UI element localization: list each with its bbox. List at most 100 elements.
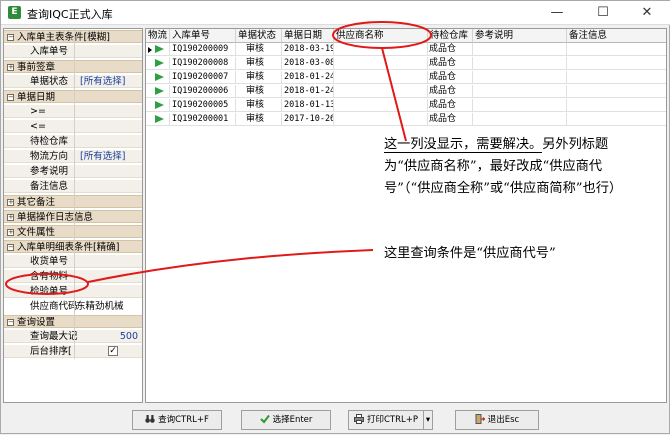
cell-note[interactable] bbox=[567, 85, 666, 98]
cell-date[interactable]: 2017-10-26 bbox=[282, 113, 334, 126]
row-flag-cell[interactable] bbox=[146, 43, 170, 56]
condition-row[interactable]: 后台排序[✓ bbox=[4, 345, 142, 358]
expand-icon[interactable]: + bbox=[7, 229, 14, 236]
condition-row[interactable]: 检验单号 bbox=[4, 285, 142, 298]
maximize-button[interactable]: ☐ bbox=[581, 1, 625, 25]
cell-date[interactable]: 2018-03-19 bbox=[282, 43, 334, 56]
cell-date[interactable]: 2018-03-08 bbox=[282, 57, 334, 70]
cell-wh[interactable]: 成品仓 bbox=[428, 71, 473, 84]
cell-wh[interactable]: 成品仓 bbox=[428, 113, 473, 126]
expand-icon[interactable]: + bbox=[7, 64, 14, 71]
cell-note[interactable] bbox=[567, 71, 666, 84]
condition-group-header[interactable]: − 查询设置 bbox=[4, 315, 142, 328]
row-flag-cell[interactable] bbox=[146, 99, 170, 112]
condition-row[interactable]: <= bbox=[4, 120, 142, 133]
condition-row[interactable]: 入库单号 bbox=[4, 45, 142, 58]
cell-supplier[interactable] bbox=[334, 71, 428, 84]
column-header-status[interactable]: 单据状态 bbox=[236, 29, 282, 43]
collapse-icon[interactable]: − bbox=[7, 319, 14, 326]
cell-ref[interactable] bbox=[473, 71, 567, 84]
print-dropdown-button[interactable]: ▾ bbox=[423, 410, 433, 430]
condition-row[interactable]: 待检仓库 bbox=[4, 135, 142, 148]
cell-supplier[interactable] bbox=[334, 99, 428, 112]
cell-supplier[interactable] bbox=[334, 113, 428, 126]
condition-row[interactable]: 单据状态 [所有选择] bbox=[4, 75, 142, 88]
cell-wh[interactable]: 成品仓 bbox=[428, 57, 473, 70]
query-button[interactable]: 查询CTRL+F bbox=[132, 410, 222, 430]
condition-select-value[interactable]: [所有选择] bbox=[80, 75, 125, 88]
condition-row[interactable]: 物流方向 [所有选择] bbox=[4, 150, 142, 163]
condition-value-input[interactable]: 东精劲机械 bbox=[76, 300, 124, 313]
condition-group-header[interactable]: − 入库单主表条件[模糊] bbox=[4, 30, 142, 43]
cell-ref[interactable] bbox=[473, 85, 567, 98]
condition-group-header[interactable]: − 入库单明细表条件[精确] bbox=[4, 240, 142, 253]
column-header-no[interactable]: 入库单号 bbox=[170, 29, 236, 43]
print-button[interactable]: 打印CTRL+P bbox=[348, 410, 423, 430]
collapse-icon[interactable]: − bbox=[7, 34, 14, 41]
cell-ref[interactable] bbox=[473, 43, 567, 56]
cell-status[interactable]: 审核 bbox=[236, 71, 282, 84]
expand-icon[interactable]: + bbox=[7, 214, 14, 221]
exit-button[interactable]: 退出Esc bbox=[455, 410, 539, 430]
cell-no[interactable]: IQ190200009 bbox=[170, 43, 236, 56]
condition-row[interactable]: >= bbox=[4, 105, 142, 118]
row-flag-cell[interactable] bbox=[146, 85, 170, 98]
condition-row[interactable]: 含有物料 bbox=[4, 270, 142, 283]
column-header-date[interactable]: 单据日期 bbox=[282, 29, 334, 43]
condition-row[interactable]: 供应商代码 东精劲机械 bbox=[4, 300, 142, 313]
cell-note[interactable] bbox=[567, 43, 666, 56]
cell-status[interactable]: 审核 bbox=[236, 99, 282, 112]
result-grid[interactable]: 物流 入库单号 单据状态 单据日期 供应商名称 待检仓库 参考说明 备注信息 IQ1902000… bbox=[145, 28, 667, 403]
cell-wh[interactable]: 成品仓 bbox=[428, 43, 473, 56]
cell-note[interactable] bbox=[567, 57, 666, 70]
cell-status[interactable]: 审核 bbox=[236, 57, 282, 70]
condition-group-header[interactable]: + 单据操作日志信息 bbox=[4, 210, 142, 223]
cell-ref[interactable] bbox=[473, 113, 567, 126]
cell-supplier[interactable] bbox=[334, 43, 428, 56]
cell-note[interactable] bbox=[567, 113, 666, 126]
cell-note[interactable] bbox=[567, 99, 666, 112]
cell-ref[interactable] bbox=[473, 99, 567, 112]
cell-status[interactable]: 审核 bbox=[236, 85, 282, 98]
column-header-wh[interactable]: 待检仓库 bbox=[428, 29, 473, 43]
column-header-note[interactable]: 备注信息 bbox=[567, 29, 666, 43]
condition-row[interactable]: 参考说明 bbox=[4, 165, 142, 178]
sort-checkbox[interactable]: ✓ bbox=[108, 346, 118, 356]
minimize-button[interactable]: — bbox=[535, 1, 579, 25]
cell-ref[interactable] bbox=[473, 57, 567, 70]
cell-status[interactable]: 审核 bbox=[236, 113, 282, 126]
cell-no[interactable]: IQ190200008 bbox=[170, 57, 236, 70]
condition-row[interactable]: 收货单号 bbox=[4, 255, 142, 268]
collapse-icon[interactable]: − bbox=[7, 94, 14, 101]
condition-group-header[interactable]: + 其它备注 bbox=[4, 195, 142, 208]
column-header-supplier[interactable]: 供应商名称 bbox=[334, 29, 428, 43]
cell-wh[interactable]: 成品仓 bbox=[428, 99, 473, 112]
row-flag-cell[interactable] bbox=[146, 71, 170, 84]
cell-supplier[interactable] bbox=[334, 85, 428, 98]
cell-date[interactable]: 2018-01-24 bbox=[282, 85, 334, 98]
condition-group-header[interactable]: − 单据日期 bbox=[4, 90, 142, 103]
column-header-flag[interactable]: 物流 bbox=[146, 29, 170, 43]
cell-no[interactable]: IQ190200005 bbox=[170, 99, 236, 112]
condition-row[interactable]: 查询最大记 500 bbox=[4, 330, 142, 343]
condition-select-value[interactable]: [所有选择] bbox=[80, 150, 125, 163]
cell-no[interactable]: IQ190200001 bbox=[170, 113, 236, 126]
condition-group-header[interactable]: + 文件属性 bbox=[4, 225, 142, 238]
condition-row[interactable]: 备注信息 bbox=[4, 180, 142, 193]
column-header-ref[interactable]: 参考说明 bbox=[473, 29, 567, 43]
cell-no[interactable]: IQ190200006 bbox=[170, 85, 236, 98]
cell-date[interactable]: 2018-01-13 bbox=[282, 99, 334, 112]
cell-status[interactable]: 审核 bbox=[236, 43, 282, 56]
cell-no[interactable]: IQ190200007 bbox=[170, 71, 236, 84]
max-records-input[interactable]: 500 bbox=[120, 330, 138, 343]
condition-group-header[interactable]: + 事前签章 bbox=[4, 60, 142, 73]
cell-date[interactable]: 2018-01-24 bbox=[282, 71, 334, 84]
expand-icon[interactable]: + bbox=[7, 199, 14, 206]
collapse-icon[interactable]: − bbox=[7, 244, 14, 251]
row-flag-cell[interactable] bbox=[146, 57, 170, 70]
cell-wh[interactable]: 成品仓 bbox=[428, 85, 473, 98]
select-button[interactable]: 选择Enter bbox=[241, 410, 331, 430]
cell-supplier[interactable] bbox=[334, 57, 428, 70]
close-button[interactable]: ✕ bbox=[625, 1, 669, 25]
row-flag-cell[interactable] bbox=[146, 113, 170, 126]
